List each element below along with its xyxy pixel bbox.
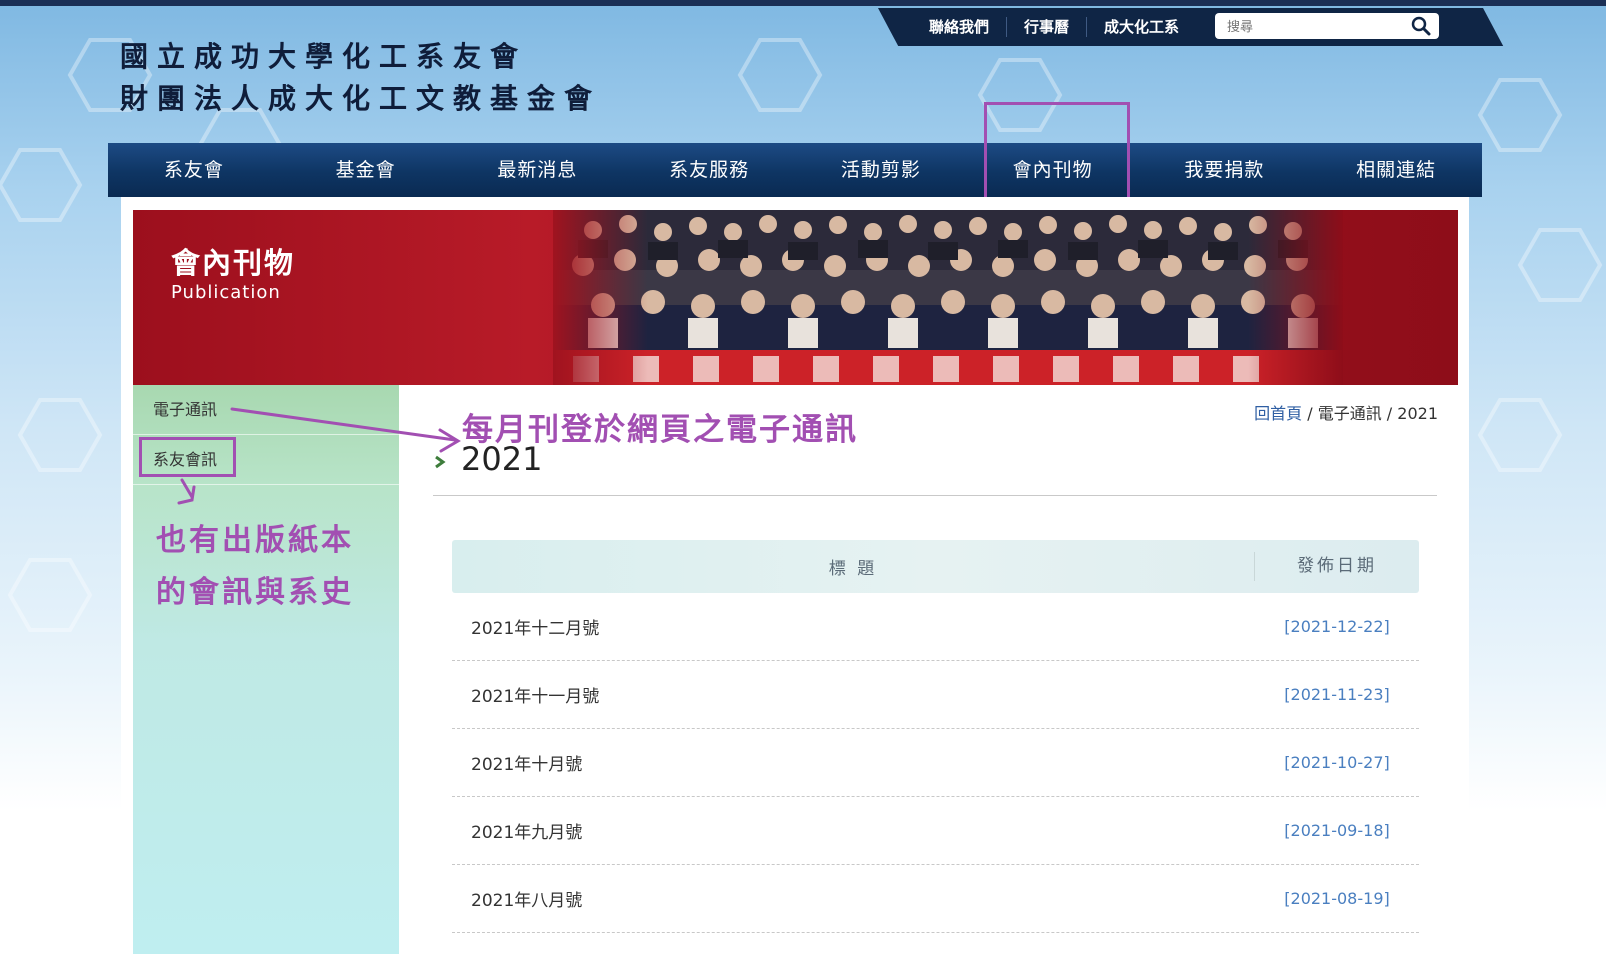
group-photo-image: [553, 210, 1343, 385]
title-divider: [433, 495, 1437, 496]
column-header-title: 標 題: [828, 559, 878, 579]
page-banner: 會內刊物 Publication: [133, 210, 1458, 385]
main-nav: 系友會 基金會 最新消息 系友服務 活動剪影 會內刊物 我要捐款 相關連結: [108, 143, 1482, 197]
table-row[interactable]: 2021年十月號 [2021-10-27]: [452, 729, 1419, 797]
row-date: [2021-09-18]: [1284, 821, 1390, 840]
search-input[interactable]: [1225, 14, 1409, 40]
row-date: [2021-10-27]: [1284, 753, 1390, 772]
table-row[interactable]: 2021年十一月號 [2021-11-23]: [452, 661, 1419, 729]
breadcrumb-separator: /: [1381, 404, 1398, 423]
nav-item-donate[interactable]: 我要捐款: [1139, 143, 1311, 197]
nav-item-foundation[interactable]: 基金會: [280, 143, 452, 197]
publication-table: 標 題 發佈日期 2021年十二月號 [2021-12-22] 2021年十一月…: [452, 540, 1419, 933]
sidebar-note-line-1: 也有出版紙本: [156, 523, 354, 558]
row-title[interactable]: 2021年十二月號: [452, 614, 1255, 639]
top-accent-line: [0, 0, 1606, 6]
top-links: 聯絡我們 行事曆 成大化工系: [912, 8, 1196, 46]
logo-line-2: 財團法人成大化工文教基金會: [120, 82, 602, 115]
row-date: [2021-08-19]: [1284, 889, 1390, 908]
row-title[interactable]: 2021年十月號: [452, 750, 1255, 775]
page-title: 2021: [461, 440, 543, 478]
sidebar: 電子通訊 系友會訊 也有出版紙本 的會訊與系史: [133, 385, 399, 954]
table-row[interactable]: 2021年九月號 [2021-09-18]: [452, 797, 1419, 865]
sidebar-note-line-2: 的會訊與系史: [156, 575, 354, 610]
breadcrumb: 回首頁 / 電子通訊 / 2021: [1254, 400, 1438, 424]
nav-item-alumni[interactable]: 系友會: [108, 143, 280, 197]
logo-line-1: 國立成功大學化工系友會: [120, 40, 528, 73]
breadcrumb-section[interactable]: 電子通訊: [1318, 404, 1382, 423]
row-title[interactable]: 2021年八月號: [452, 886, 1255, 911]
breadcrumb-separator: /: [1302, 404, 1318, 423]
banner-subtitle: Publication: [171, 282, 281, 303]
breadcrumb-current: 2021: [1397, 404, 1438, 423]
calendar-link[interactable]: 行事曆: [1007, 17, 1088, 37]
chevron-right-icon: [435, 455, 446, 469]
column-header-date: 發佈日期: [1254, 552, 1419, 581]
nav-item-gallery[interactable]: 活動剪影: [795, 143, 967, 197]
contact-link[interactable]: 聯絡我們: [912, 17, 1008, 37]
sidebar-item-e-newsletter[interactable]: 電子通訊: [133, 385, 399, 435]
department-link[interactable]: 成大化工系: [1087, 17, 1196, 37]
nav-item-services[interactable]: 系友服務: [623, 143, 795, 197]
table-row[interactable]: 2021年十二月號 [2021-12-22]: [452, 593, 1419, 661]
nav-item-news[interactable]: 最新消息: [452, 143, 624, 197]
table-header: 標 題 發佈日期: [452, 540, 1419, 593]
search-box: [1215, 13, 1439, 40]
site-logo[interactable]: 國立成功大學化工系友會 財團法人成大化工文教基金會: [120, 36, 601, 120]
row-title[interactable]: 2021年十一月號: [452, 682, 1255, 707]
row-date: [2021-12-22]: [1284, 617, 1390, 636]
search-icon[interactable]: [1411, 16, 1431, 36]
sidebar-highlight-box: [139, 437, 236, 477]
nav-item-links[interactable]: 相關連結: [1310, 143, 1482, 197]
table-row[interactable]: 2021年八月號 [2021-08-19]: [452, 865, 1419, 933]
row-title[interactable]: 2021年九月號: [452, 818, 1255, 843]
sidebar-annotation-note: 也有出版紙本 的會訊與系史: [156, 515, 354, 619]
banner-title: 會內刊物: [171, 246, 296, 280]
breadcrumb-home-link[interactable]: 回首頁: [1254, 404, 1302, 423]
row-date: [2021-11-23]: [1284, 685, 1390, 704]
